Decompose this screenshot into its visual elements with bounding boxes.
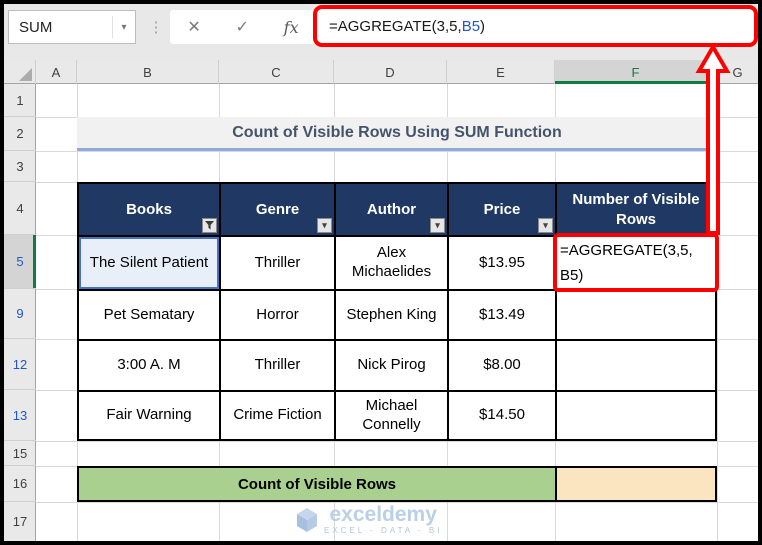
annotation-red-box-f5	[553, 233, 719, 292]
excel-window: SUM ▾ ⋮ ✕ ✓ fx =AGGREGATE(3,5, B5) A B C …	[0, 0, 762, 545]
row-header-3[interactable]: 3	[4, 151, 36, 182]
cell-f13-empty[interactable]	[557, 392, 715, 439]
frame-border	[0, 0, 4, 545]
cell-d13[interactable]: Michael Connelly	[336, 392, 447, 439]
row-header-13[interactable]: 13	[4, 390, 36, 441]
cell-f9-empty[interactable]	[557, 291, 715, 339]
column-header-c[interactable]: C	[219, 60, 334, 84]
row-header-strip: 1 2 3 4 5 9 12 13 15 16 17	[4, 84, 36, 541]
name-box-value: SUM	[19, 18, 53, 36]
cancel-icon[interactable]: ✕	[187, 17, 200, 37]
select-all-button[interactable]	[4, 60, 36, 84]
formula-cell-reference: B5	[461, 17, 481, 35]
row-header-12[interactable]: 12	[4, 339, 36, 390]
cell-e5[interactable]: $13.95	[449, 237, 555, 289]
row-header-16[interactable]: 16	[4, 466, 36, 502]
table-header-price[interactable]: Price ▾	[449, 184, 555, 235]
formula-text-prefix: =AGGREGATE(3,5,	[329, 17, 462, 35]
column-header-f-selected[interactable]: F	[555, 60, 717, 84]
gridline	[36, 441, 758, 442]
cell-c5[interactable]: Thriller	[221, 237, 334, 289]
enter-icon[interactable]: ✓	[236, 17, 249, 37]
filter-dropdown-button[interactable]: ▾	[538, 218, 553, 233]
gridline	[36, 151, 758, 152]
formula-text-suffix: )	[480, 17, 486, 35]
row-header-5-selected[interactable]: 5	[4, 235, 36, 289]
cell-e9[interactable]: $13.49	[449, 291, 555, 339]
worksheet-area[interactable]: Count of Visible Rows Using SUM Function…	[36, 84, 758, 541]
toolbar-drag-dots-icon: ⋮	[148, 19, 164, 36]
select-all-triangle-icon	[19, 68, 32, 81]
row-header-4[interactable]: 4	[4, 182, 36, 235]
chevron-down-icon: ▾	[435, 220, 440, 230]
footer-row: Count of Visible Rows	[77, 466, 717, 502]
annotation-arrow-up	[695, 44, 731, 235]
table-header-books[interactable]: Books	[79, 184, 219, 235]
table-header-visible-rows[interactable]: Number of Visible Rows	[557, 184, 715, 235]
table-header-author[interactable]: Author ▾	[336, 184, 447, 235]
cell-b13[interactable]: Fair Warning	[79, 392, 219, 439]
cell-e12[interactable]: $8.00	[449, 341, 555, 390]
cell-d12[interactable]: Nick Pirog	[336, 341, 447, 390]
frame-border	[758, 0, 762, 545]
cell-f12-empty[interactable]	[557, 341, 715, 390]
cell-e13[interactable]: $14.50	[449, 392, 555, 439]
cell-d5[interactable]: Alex Michaelides	[336, 237, 447, 289]
cell-c9[interactable]: Horror	[221, 291, 334, 339]
column-header-e[interactable]: E	[447, 60, 555, 84]
chevron-down-icon: ▾	[322, 220, 327, 230]
chevron-down-icon[interactable]: ▾	[113, 22, 135, 33]
formula-bar[interactable]: =AGGREGATE(3,5, B5)	[313, 5, 758, 47]
chevron-down-icon: ▾	[543, 220, 548, 230]
formula-buttons: ✕ ✓ fx	[170, 10, 316, 44]
row-header-2[interactable]: 2	[4, 117, 36, 151]
frame-border	[0, 541, 762, 545]
books-table: Books Genre ▾ Author ▾ Price ▾ Number of…	[77, 182, 717, 441]
name-box[interactable]: SUM ▾	[8, 10, 136, 44]
row-header-1[interactable]: 1	[4, 84, 36, 117]
cell-b12[interactable]: 3:00 A. M	[79, 341, 219, 390]
funnel-icon	[205, 221, 214, 230]
frame-border	[0, 0, 762, 4]
column-header-b[interactable]: B	[77, 60, 219, 84]
watermark-tagline: EXCEL - DATA - BI	[324, 526, 443, 535]
column-header-a[interactable]: A	[36, 60, 77, 84]
table-header-genre[interactable]: Genre ▾	[221, 184, 334, 235]
column-header-strip: A B C D E F G	[4, 60, 758, 84]
cell-d9[interactable]: Stephen King	[336, 291, 447, 339]
cell-c12[interactable]: Thriller	[221, 341, 334, 390]
row-header-9[interactable]: 9	[4, 289, 36, 339]
column-header-d[interactable]: D	[334, 60, 447, 84]
filter-funnel-button[interactable]	[202, 218, 217, 233]
filter-dropdown-button[interactable]: ▾	[317, 218, 332, 233]
cell-b9[interactable]: Pet Sematary	[79, 291, 219, 339]
count-visible-rows-label-cell[interactable]: Count of Visible Rows	[79, 468, 555, 500]
row-header-17[interactable]: 17	[4, 502, 36, 541]
sheet-title-cell[interactable]: Count of Visible Rows Using SUM Function	[77, 117, 717, 151]
cell-b5-reference-highlight[interactable]: The Silent Patient	[79, 237, 219, 289]
row-header-15[interactable]: 15	[4, 441, 36, 466]
exceldemy-watermark: exceldemy EXCEL - DATA - BI	[296, 503, 486, 537]
watermark-brand: exceldemy	[329, 503, 437, 526]
cell-c13[interactable]: Crime Fiction	[221, 392, 334, 439]
count-visible-rows-result-cell[interactable]	[555, 468, 715, 500]
filter-dropdown-button[interactable]: ▾	[430, 218, 445, 233]
insert-function-icon[interactable]: fx	[284, 18, 299, 37]
exceldemy-logo-icon	[297, 508, 317, 532]
